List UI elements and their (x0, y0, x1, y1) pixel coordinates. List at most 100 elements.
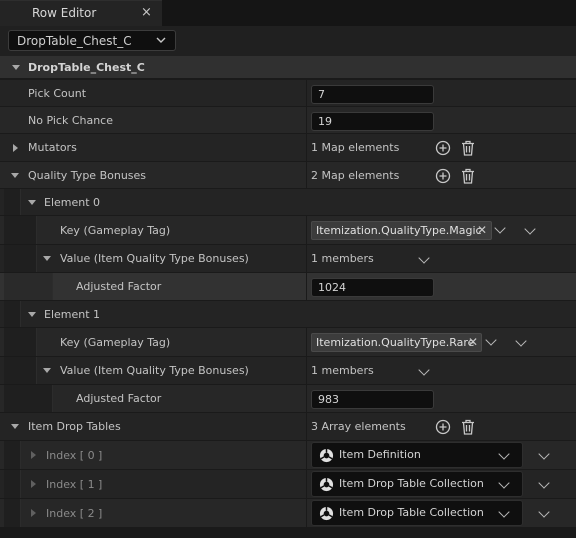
array-item-0[interactable]: Index [ 0 ] Item Definition (0, 440, 576, 469)
property-label: Adjusted Factor (76, 392, 162, 405)
property-row-pick-count: Pick Count 7 (0, 79, 576, 106)
row-name-combo[interactable]: DropTable_Chest_C (8, 30, 176, 51)
indent-guide (20, 245, 37, 272)
array-item-2[interactable]: Index [ 2 ] Item Drop Table Collection (0, 498, 576, 527)
property-row-item-drop-tables[interactable]: Item Drop Tables 3 Array elements (0, 412, 576, 440)
property-row-value[interactable]: Value (Item Quality Type Bonuses) 1 memb… (0, 244, 576, 272)
chevron-down-icon[interactable] (485, 334, 497, 346)
chevron-down-icon (498, 506, 510, 518)
adjusted-factor-input[interactable]: 1024 (311, 278, 434, 297)
column-divider[interactable] (306, 134, 307, 161)
add-element-icon[interactable] (435, 168, 451, 187)
indent-guide (20, 216, 37, 244)
asset-picker[interactable]: Item Definition (311, 442, 523, 468)
indent-guide (20, 328, 37, 356)
chevron-down-icon[interactable] (494, 222, 506, 234)
property-label: Value (Item Quality Type Bonuses) (60, 252, 249, 265)
column-divider[interactable] (306, 80, 307, 106)
column-divider[interactable] (306, 357, 307, 384)
chevron-down-icon[interactable] (418, 364, 430, 376)
remove-tag-icon[interactable]: ✕ (468, 334, 478, 351)
chevron-down-icon (498, 448, 510, 460)
chevron-down-icon[interactable] (538, 448, 550, 460)
expand-arrow-icon[interactable] (31, 451, 36, 459)
property-row-key: Key (Gameplay Tag) Itemization.QualityTy… (0, 327, 576, 356)
close-icon[interactable]: × (141, 5, 152, 20)
chevron-down-icon[interactable] (524, 223, 536, 235)
element-label: Element 0 (44, 195, 101, 209)
column-divider[interactable] (306, 273, 307, 300)
indent-guide (4, 385, 21, 412)
column-divider[interactable] (306, 107, 307, 133)
trash-icon[interactable] (461, 140, 475, 159)
collapse-arrow-icon[interactable] (11, 424, 19, 429)
collapse-arrow-icon[interactable] (28, 200, 36, 205)
indent-guide (4, 441, 21, 469)
column-divider[interactable] (306, 162, 307, 188)
struct-summary: 1 members (311, 364, 374, 377)
array-index-label: Index [ 2 ] (46, 506, 103, 520)
indent-guide (4, 328, 21, 356)
column-divider[interactable] (306, 245, 307, 272)
asset-name: Item Drop Table Collection (339, 477, 484, 490)
column-divider[interactable] (306, 470, 307, 498)
chevron-down-icon (156, 35, 166, 48)
indent-guide (20, 385, 37, 412)
property-label: Pick Count (28, 86, 87, 100)
property-row-quality-type-bonuses[interactable]: Quality Type Bonuses 2 Map elements (0, 161, 576, 188)
asset-name: Item Definition (339, 448, 421, 461)
tab-row-editor[interactable]: Row Editor × (0, 0, 162, 27)
chevron-down-icon[interactable] (538, 477, 550, 489)
column-divider[interactable] (306, 216, 307, 244)
remove-tag-icon[interactable]: ✕ (477, 222, 487, 239)
collapse-arrow-icon[interactable] (11, 173, 19, 178)
blueprint-class-icon (319, 448, 334, 466)
column-divider[interactable] (306, 441, 307, 469)
element-label: Element 1 (44, 307, 101, 321)
property-row-value[interactable]: Value (Item Quality Type Bonuses) 1 memb… (0, 356, 576, 384)
add-element-icon[interactable] (435, 140, 451, 159)
collapse-arrow-icon[interactable] (43, 368, 51, 373)
column-divider[interactable] (306, 413, 307, 440)
chevron-down-icon[interactable] (515, 335, 527, 347)
array-index-label: Index [ 1 ] (46, 477, 103, 491)
map-summary: 2 Map elements (311, 168, 400, 182)
trash-icon[interactable] (461, 419, 475, 438)
indent-guide (4, 245, 21, 272)
expand-arrow-icon[interactable] (31, 509, 36, 517)
collapse-arrow-icon[interactable] (28, 312, 36, 317)
property-row-adjusted-factor: Adjusted Factor 983 (0, 384, 576, 412)
collapse-arrow-icon[interactable] (43, 256, 51, 261)
map-element-0[interactable]: Element 0 (0, 188, 576, 215)
no-pick-chance-input[interactable]: 19 (311, 112, 434, 131)
property-row-mutators[interactable]: Mutators 1 Map elements (0, 133, 576, 161)
add-element-icon[interactable] (435, 419, 451, 438)
column-divider[interactable] (306, 385, 307, 412)
array-item-1[interactable]: Index [ 1 ] Item Drop Table Collection (0, 469, 576, 498)
property-label: Item Drop Tables (28, 420, 121, 433)
gameplay-tag-chip[interactable]: Itemization.QualityType.Magic ✕ (311, 221, 492, 240)
property-label: Value (Item Quality Type Bonuses) (60, 364, 249, 377)
chevron-down-icon[interactable] (538, 506, 550, 518)
trash-icon[interactable] (461, 168, 475, 187)
asset-picker[interactable]: Item Drop Table Collection (311, 471, 523, 497)
collapse-arrow-icon[interactable] (12, 65, 20, 70)
category-header[interactable]: DropTable_Chest_C (0, 56, 576, 78)
column-divider[interactable] (306, 499, 307, 527)
indent-guide (4, 189, 21, 215)
asset-picker[interactable]: Item Drop Table Collection (311, 500, 523, 526)
blueprint-class-icon (319, 506, 334, 524)
pick-count-input[interactable]: 7 (311, 85, 434, 104)
gameplay-tag-chip[interactable]: Itemization.QualityType.Rare ✕ (311, 333, 482, 352)
adjusted-factor-input[interactable]: 983 (311, 390, 434, 409)
property-label: Adjusted Factor (76, 280, 162, 293)
expand-arrow-icon[interactable] (31, 480, 36, 488)
blueprint-class-icon (319, 477, 334, 495)
expand-arrow-icon[interactable] (13, 144, 18, 152)
column-divider[interactable] (306, 328, 307, 356)
indent-guide (4, 470, 21, 498)
row-name-value: DropTable_Chest_C (17, 34, 132, 48)
chevron-down-icon[interactable] (418, 252, 430, 264)
property-label: Mutators (28, 141, 77, 154)
map-element-1[interactable]: Element 1 (0, 300, 576, 327)
